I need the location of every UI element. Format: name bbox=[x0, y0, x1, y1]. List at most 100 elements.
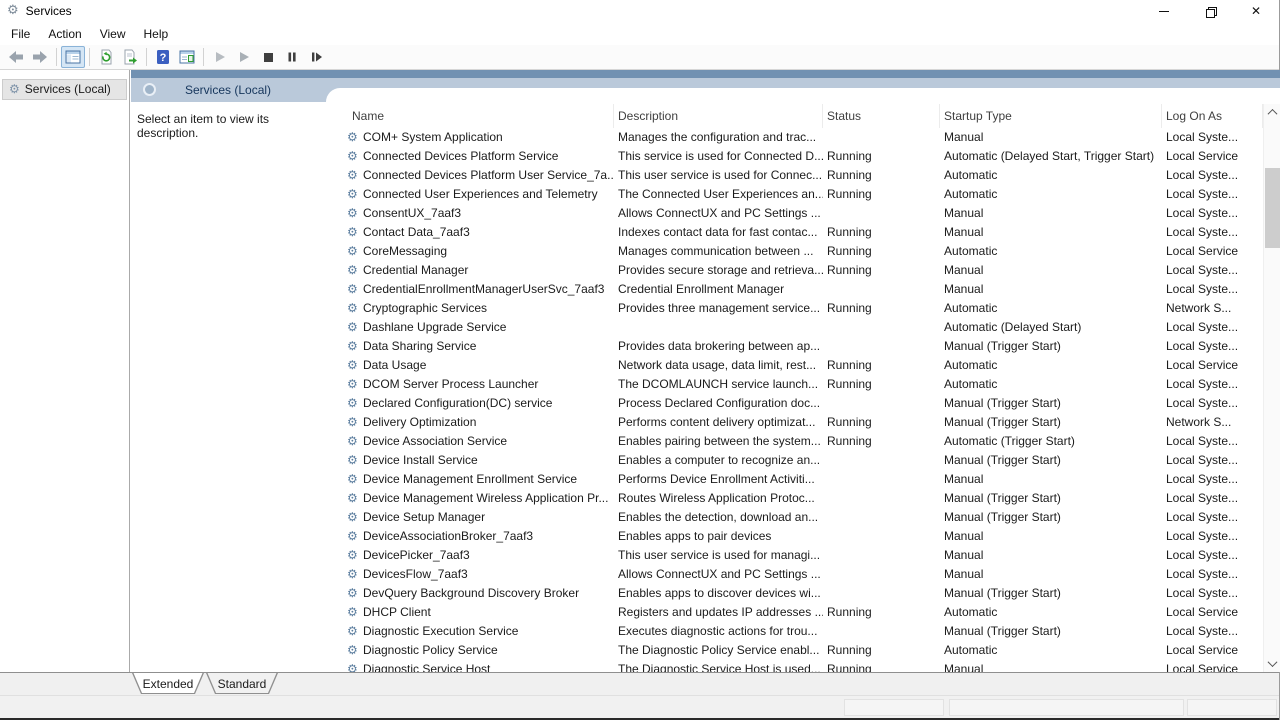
service-status-cell: Running bbox=[823, 375, 940, 394]
service-logon-cell: Local Syste... bbox=[1162, 451, 1263, 470]
restore-down-button[interactable] bbox=[1187, 0, 1233, 22]
scrollbar-thumb[interactable] bbox=[1265, 168, 1280, 248]
service-description-cell: Network data usage, data limit, rest... bbox=[614, 356, 823, 375]
statusbar-pane bbox=[949, 699, 1184, 716]
header-accent-strip bbox=[131, 70, 1280, 78]
refresh-button[interactable] bbox=[94, 46, 118, 68]
service-row[interactable]: ⚙ Connected Devices Platform User Servic… bbox=[326, 166, 1263, 185]
export-list-button[interactable] bbox=[118, 46, 142, 68]
service-gear-icon: ⚙ bbox=[347, 413, 358, 432]
menu-item[interactable]: Help bbox=[135, 24, 178, 44]
console-tree-panel: ⚙ Services (Local) bbox=[0, 70, 130, 672]
column-header-description[interactable]: Description bbox=[614, 104, 823, 128]
service-gear-icon: ⚙ bbox=[347, 318, 358, 337]
service-gear-icon: ⚙ bbox=[347, 280, 358, 299]
service-row[interactable]: ⚙ DevicesFlow_7aaf3 Allows ConnectUX and… bbox=[326, 565, 1263, 584]
service-status-cell bbox=[823, 584, 940, 603]
statusbar-pane bbox=[1187, 699, 1277, 716]
service-logon-cell: Local Syste... bbox=[1162, 489, 1263, 508]
tree-item-services-local[interactable]: ⚙ Services (Local) bbox=[3, 80, 126, 99]
scroll-up-button[interactable] bbox=[1264, 104, 1280, 121]
service-row[interactable]: ⚙ Diagnostic Execution Service Executes … bbox=[326, 622, 1263, 641]
service-name-cell: ⚙ Connected User Experiences and Telemet… bbox=[326, 185, 614, 204]
service-startup-cell: Manual (Trigger Start) bbox=[940, 584, 1162, 603]
service-row[interactable]: ⚙ Credential Manager Provides secure sto… bbox=[326, 261, 1263, 280]
service-gear-icon: ⚙ bbox=[347, 356, 358, 375]
start-service-button[interactable] bbox=[208, 46, 232, 68]
service-row[interactable]: ⚙ Connected Devices Platform Service Thi… bbox=[326, 147, 1263, 166]
column-header-name[interactable]: Name bbox=[326, 104, 614, 128]
chevron-down-icon bbox=[1268, 657, 1278, 667]
vertical-scrollbar[interactable] bbox=[1263, 104, 1280, 672]
service-startup-cell: Manual bbox=[940, 261, 1162, 280]
service-description-cell: Allows ConnectUX and PC Settings ... bbox=[614, 565, 823, 584]
services-list: Name Description Status Startup Type Log… bbox=[326, 88, 1280, 672]
start-service-icon bbox=[212, 49, 228, 65]
service-row[interactable]: ⚙ DevQuery Background Discovery Broker E… bbox=[326, 584, 1263, 603]
column-header-startup-type[interactable]: Startup Type bbox=[940, 104, 1162, 128]
service-name-cell: ⚙ Credential Manager bbox=[326, 261, 614, 280]
service-row[interactable]: ⚙ Data Sharing Service Provides data bro… bbox=[326, 337, 1263, 356]
service-name-cell: ⚙ Device Install Service bbox=[326, 451, 614, 470]
close-button[interactable]: ✕ bbox=[1233, 0, 1279, 22]
service-row[interactable]: ⚙ DeviceAssociationBroker_7aaf3 Enables … bbox=[326, 527, 1263, 546]
service-row[interactable]: ⚙ Device Setup Manager Enables the detec… bbox=[326, 508, 1263, 527]
service-name-cell: ⚙ CoreMessaging bbox=[326, 242, 614, 261]
service-startup-cell: Automatic bbox=[940, 603, 1162, 622]
service-row[interactable]: ⚙ Diagnostic Policy Service The Diagnost… bbox=[326, 641, 1263, 660]
menu-item[interactable]: Action bbox=[39, 24, 90, 44]
restart-service-button[interactable] bbox=[304, 46, 328, 68]
service-row[interactable]: ⚙ Device Management Wireless Application… bbox=[326, 489, 1263, 508]
service-row[interactable]: ⚙ Data Usage Network data usage, data li… bbox=[326, 356, 1263, 375]
column-header-status[interactable]: Status bbox=[823, 104, 940, 128]
service-name-cell: ⚙ Device Management Wireless Application… bbox=[326, 489, 614, 508]
service-row[interactable]: ⚙ Device Management Enrollment Service P… bbox=[326, 470, 1263, 489]
service-name-cell: ⚙ COM+ System Application bbox=[326, 128, 614, 147]
service-row[interactable]: ⚙ CredentialEnrollmentManagerUserSvc_7aa… bbox=[326, 280, 1263, 299]
service-row[interactable]: ⚙ Diagnostic Service Host The Diagnostic… bbox=[326, 660, 1263, 672]
service-row[interactable]: ⚙ Declared Configuration(DC) service Pro… bbox=[326, 394, 1263, 413]
toolbar-separator bbox=[146, 48, 147, 66]
service-gear-icon: ⚙ bbox=[347, 204, 358, 223]
show-console-tree-button[interactable] bbox=[61, 46, 85, 68]
service-row[interactable]: ⚙ Device Install Service Enables a compu… bbox=[326, 451, 1263, 470]
services-window: ⚙ Services ✕ FileActionViewHelp bbox=[0, 0, 1280, 720]
view-tab[interactable]: Standard bbox=[206, 673, 278, 694]
service-logon-cell: Local Service bbox=[1162, 660, 1263, 672]
service-row[interactable]: ⚙ Delivery Optimization Performs content… bbox=[326, 413, 1263, 432]
console-tree-icon bbox=[65, 49, 81, 65]
service-startup-cell: Automatic bbox=[940, 356, 1162, 375]
service-row[interactable]: ⚙ Cryptographic Services Provides three … bbox=[326, 299, 1263, 318]
service-row[interactable]: ⚙ Dashlane Upgrade Service Automatic (De… bbox=[326, 318, 1263, 337]
service-row[interactable]: ⚙ DevicePicker_7aaf3 This user service i… bbox=[326, 546, 1263, 565]
service-row[interactable]: ⚙ CoreMessaging Manages communication be… bbox=[326, 242, 1263, 261]
service-row[interactable]: ⚙ Device Association Service Enables pai… bbox=[326, 432, 1263, 451]
scroll-down-button[interactable] bbox=[1264, 655, 1280, 672]
service-row[interactable]: ⚙ Contact Data_7aaf3 Indexes contact dat… bbox=[326, 223, 1263, 242]
pause-service-button[interactable] bbox=[280, 46, 304, 68]
menu-item[interactable]: View bbox=[91, 24, 135, 44]
back-button[interactable] bbox=[4, 46, 28, 68]
service-logon-cell: Local Syste... bbox=[1162, 261, 1263, 280]
column-header-log-on-as[interactable]: Log On As bbox=[1162, 104, 1263, 128]
stop-service-button[interactable] bbox=[256, 46, 280, 68]
service-row[interactable]: ⚙ DHCP Client Registers and updates IP a… bbox=[326, 603, 1263, 622]
service-row[interactable]: ⚙ DCOM Server Process Launcher The DCOML… bbox=[326, 375, 1263, 394]
service-gear-icon: ⚙ bbox=[347, 508, 358, 527]
show-action-pane-button[interactable] bbox=[175, 46, 199, 68]
service-row[interactable]: ⚙ Connected User Experiences and Telemet… bbox=[326, 185, 1263, 204]
resume-service-button[interactable] bbox=[232, 46, 256, 68]
service-status-cell bbox=[823, 508, 940, 527]
menu-item[interactable]: File bbox=[2, 24, 39, 44]
minimize-button[interactable] bbox=[1141, 0, 1187, 22]
service-status-cell bbox=[823, 204, 940, 223]
service-status-cell: Running bbox=[823, 413, 940, 432]
help-button[interactable]: ? bbox=[151, 46, 175, 68]
view-tab[interactable]: Extended bbox=[132, 673, 204, 694]
service-row[interactable]: ⚙ COM+ System Application Manages the co… bbox=[326, 128, 1263, 147]
service-gear-icon: ⚙ bbox=[347, 375, 358, 394]
services-round-icon bbox=[143, 83, 156, 96]
service-row[interactable]: ⚙ ConsentUX_7aaf3 Allows ConnectUX and P… bbox=[326, 204, 1263, 223]
tab-label: Standard bbox=[206, 673, 278, 694]
forward-button[interactable] bbox=[28, 46, 52, 68]
